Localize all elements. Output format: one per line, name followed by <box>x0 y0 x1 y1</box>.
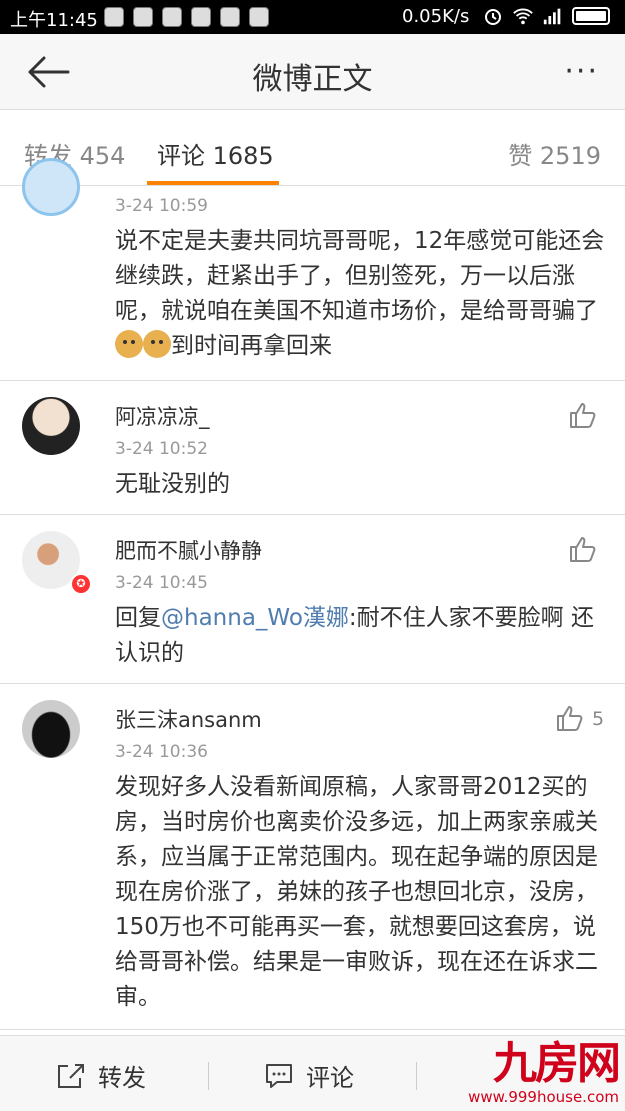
comment-timestamp: 3-24 10:59 <box>115 196 208 216</box>
comment-item: 阿凉凉凉_ 3-24 10:52 无耻没别的 <box>0 381 625 515</box>
notification-app-icon <box>133 7 153 27</box>
notification-icons <box>104 7 269 27</box>
app-header: 微博正文 ··· <box>0 34 625 110</box>
doge-emoji-icon <box>115 330 143 358</box>
notification-app-icon <box>162 7 182 27</box>
comment-timestamp: 3-24 10:52 <box>115 439 208 459</box>
like-icon[interactable] <box>568 401 598 429</box>
reply-prefix: 回复 <box>115 605 161 631</box>
comment-timestamp: 3-24 10:45 <box>115 573 208 593</box>
comment-timestamp: 3-24 10:36 <box>115 742 208 762</box>
comment-text: 无耻没别的 <box>115 471 230 497</box>
like-icon[interactable] <box>555 704 585 732</box>
comment-author[interactable]: 肥而不腻小静静 <box>115 535 262 565</box>
forward-button[interactable]: 转发 <box>56 1058 146 1093</box>
page-title: 微博正文 <box>252 62 373 97</box>
status-time: 上午11:45 <box>10 10 98 31</box>
like-icon[interactable] <box>568 535 598 563</box>
divider <box>416 1062 417 1090</box>
avatar[interactable] <box>22 158 80 216</box>
comment-text: 说不定是夫妻共同坑哥哥呢，12年感觉可能还会继续跌，赶紧出手了，但别签死，万一以… <box>115 224 605 364</box>
active-tab-indicator <box>147 181 279 185</box>
comment-item: ✪ 肥而不腻小静静 3-24 10:45 回复@hanna_Wo漢娜:耐不住人家… <box>0 515 625 684</box>
comment-label: 评论 <box>306 1064 354 1092</box>
avatar[interactable] <box>22 397 80 455</box>
comment-button[interactable]: 评论 <box>264 1058 354 1093</box>
share-icon <box>58 1063 84 1088</box>
comment-icon <box>266 1063 292 1088</box>
comment-text: 发现好多人没看新闻原稿，人家哥哥2012买的房，当时房价也离卖价没多远，加上两家… <box>115 774 598 1010</box>
signal-icon <box>542 6 564 26</box>
watermark: 九房网 www.999house.com <box>468 1038 621 1107</box>
comment-text: 回复@hanna_Wo漢娜:耐不住人家不要脸啊 还认识的 <box>115 601 605 671</box>
notification-app-icon <box>220 7 240 27</box>
notification-app-icon <box>249 7 269 27</box>
like-count: 5 <box>592 708 605 730</box>
doge-emoji-icon <box>143 330 171 358</box>
divider <box>208 1062 209 1090</box>
battery-icon <box>572 7 610 25</box>
post-tabs: 转发 454 评论 1685 赞 2519 <box>0 110 625 186</box>
tab-likes[interactable]: 赞 2519 <box>508 136 601 171</box>
comment-author[interactable]: 阿凉凉凉_ <box>115 401 210 431</box>
wifi-icon <box>512 6 534 26</box>
comment-item: 张三沫ansanm 5 3-24 10:36 发现好多人没看新闻原稿，人家哥哥2… <box>0 684 625 1030</box>
comment-author[interactable]: 张三沫ansanm <box>115 704 262 734</box>
tab-comments[interactable]: 评论 1685 <box>157 136 274 171</box>
comment-item: 3-24 10:59 说不定是夫妻共同坑哥哥呢，12年感觉可能还会继续跌，赶紧出… <box>0 158 625 381</box>
watermark-url: www.999house.com <box>468 1088 619 1106</box>
notification-app-icon <box>104 7 124 27</box>
alarm-icon <box>482 6 504 26</box>
mention-link[interactable]: @hanna_Wo漢娜 <box>161 605 349 631</box>
comment-text-part: 到时间再拿回来 <box>171 333 332 359</box>
network-speed: 0.05K/s <box>402 6 470 27</box>
more-menu-button[interactable]: ··· <box>564 54 599 89</box>
avatar[interactable] <box>22 700 80 758</box>
status-bar: 上午11:45 0.05K/s <box>0 0 625 34</box>
forward-label: 转发 <box>98 1064 146 1092</box>
verified-badge-icon: ✪ <box>70 573 92 595</box>
notification-app-icon <box>191 7 211 27</box>
watermark-logo: 九房网 <box>493 1038 621 1089</box>
comment-text-part: 说不定是夫妻共同坑哥哥呢，12年感觉可能还会继续跌，赶紧出手了，但别签死，万一以… <box>115 228 605 324</box>
